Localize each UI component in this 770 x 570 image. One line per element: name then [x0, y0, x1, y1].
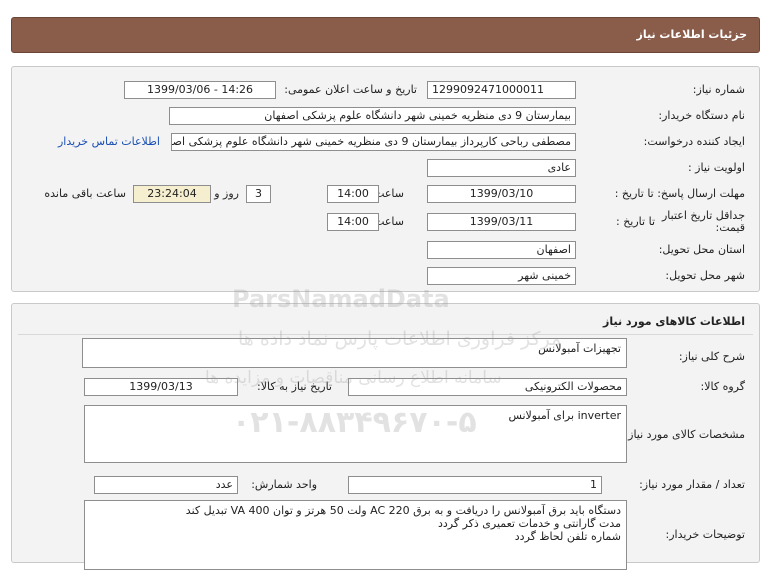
spec-field[interactable]: inverter برای آمبولانس — [84, 405, 627, 463]
general-desc-label: شرح کلی نیاز: — [678, 350, 745, 363]
qty-label: تعداد / مقدار مورد نیاز: — [639, 478, 745, 491]
buyer-contact-link[interactable]: اطلاعات تماس خریدار — [58, 135, 160, 148]
page-title: جزئیات اطلاعات نیاز — [636, 28, 748, 41]
buyer-notes-line2: مدت گارانتی و خدمات تعمیری ذکر گردد — [437, 517, 621, 530]
need-date-field[interactable]: 1399/03/13 — [84, 378, 238, 396]
validity-date-field[interactable]: 1399/03/11 — [427, 213, 576, 231]
buyer-notes-line3: شماره تلفن لحاظ گردد — [514, 530, 621, 543]
spec-label: مشخصات کالای مورد نیاز: — [624, 428, 745, 441]
validity-time-field[interactable]: 14:00 — [327, 213, 379, 231]
priority-field[interactable]: عادی — [427, 159, 576, 177]
requester-field[interactable]: مصطفی رباحی کارپرداز بیمارستان 9 دی منظر… — [171, 133, 576, 151]
city-field[interactable]: خمینی شهر — [427, 267, 576, 285]
goods-section-title: اطلاعات کالاهای مورد نیاز — [603, 315, 745, 328]
unit-label: واحد شمارش: — [251, 478, 317, 491]
province-label: استان محل تحویل: — [658, 243, 745, 256]
page-header: جزئیات اطلاعات نیاز — [11, 17, 760, 53]
requester-label: ایجاد کننده درخواست: — [643, 135, 745, 148]
remaining-label: ساعت باقی مانده — [44, 187, 126, 200]
city-label: شهر محل تحویل: — [665, 269, 745, 282]
buyer-notes-field[interactable]: دستگاه باید برق آمبولانس را دریافت و به … — [84, 500, 627, 570]
validity-to-label: تا تاریخ : — [616, 215, 655, 228]
goods-group-field[interactable]: محصولات الکترونیکی — [348, 378, 627, 396]
deadline-time-field[interactable]: 14:00 — [327, 185, 379, 203]
buyer-notes-label: توضیحات خریدار: — [665, 528, 746, 541]
qty-field[interactable]: 1 — [348, 476, 602, 494]
days-label: روز و — [214, 187, 239, 200]
unit-field[interactable]: عدد — [94, 476, 238, 494]
remaining-time-field: 23:24:04 — [133, 185, 211, 203]
deadline-label: مهلت ارسال پاسخ: تا تاریخ : — [614, 187, 745, 200]
need-date-label: تاریخ نیاز به کالا: — [257, 380, 332, 393]
validity-label-line2: قیمت: — [715, 221, 745, 234]
validity-label: جداقل تاریخ اعتبار قیمت: — [662, 210, 745, 234]
general-desc-field[interactable]: تجهیزات آمبولانس — [82, 338, 627, 368]
section-divider — [18, 334, 753, 335]
need-number-field[interactable]: 1299092471000011 — [427, 81, 576, 99]
need-number-label: شماره نیاز: — [692, 83, 745, 96]
buyer-org-label: نام دستگاه خریدار: — [658, 109, 745, 122]
province-field[interactable]: اصفهان — [427, 241, 576, 259]
goods-group-label: گروه کالا: — [700, 380, 745, 393]
announce-label: تاریخ و ساعت اعلان عمومی: — [284, 83, 417, 96]
priority-label: اولویت نیاز : — [687, 161, 745, 174]
need-info-panel: شماره نیاز: 1299092471000011 تاریخ و ساع… — [11, 66, 760, 292]
days-field[interactable]: 3 — [246, 185, 271, 203]
deadline-date-field[interactable]: 1399/03/10 — [427, 185, 576, 203]
buyer-notes-line1: دستگاه باید برق آمبولانس را دریافت و به … — [185, 504, 621, 517]
goods-info-panel: اطلاعات کالاهای مورد نیاز شرح کلی نیاز: … — [11, 303, 760, 570]
announce-field[interactable]: 1399/03/06 - 14:26 — [124, 81, 276, 99]
buyer-org-field[interactable]: بیمارستان 9 دی منظریه خمینی شهر دانشگاه … — [169, 107, 576, 125]
